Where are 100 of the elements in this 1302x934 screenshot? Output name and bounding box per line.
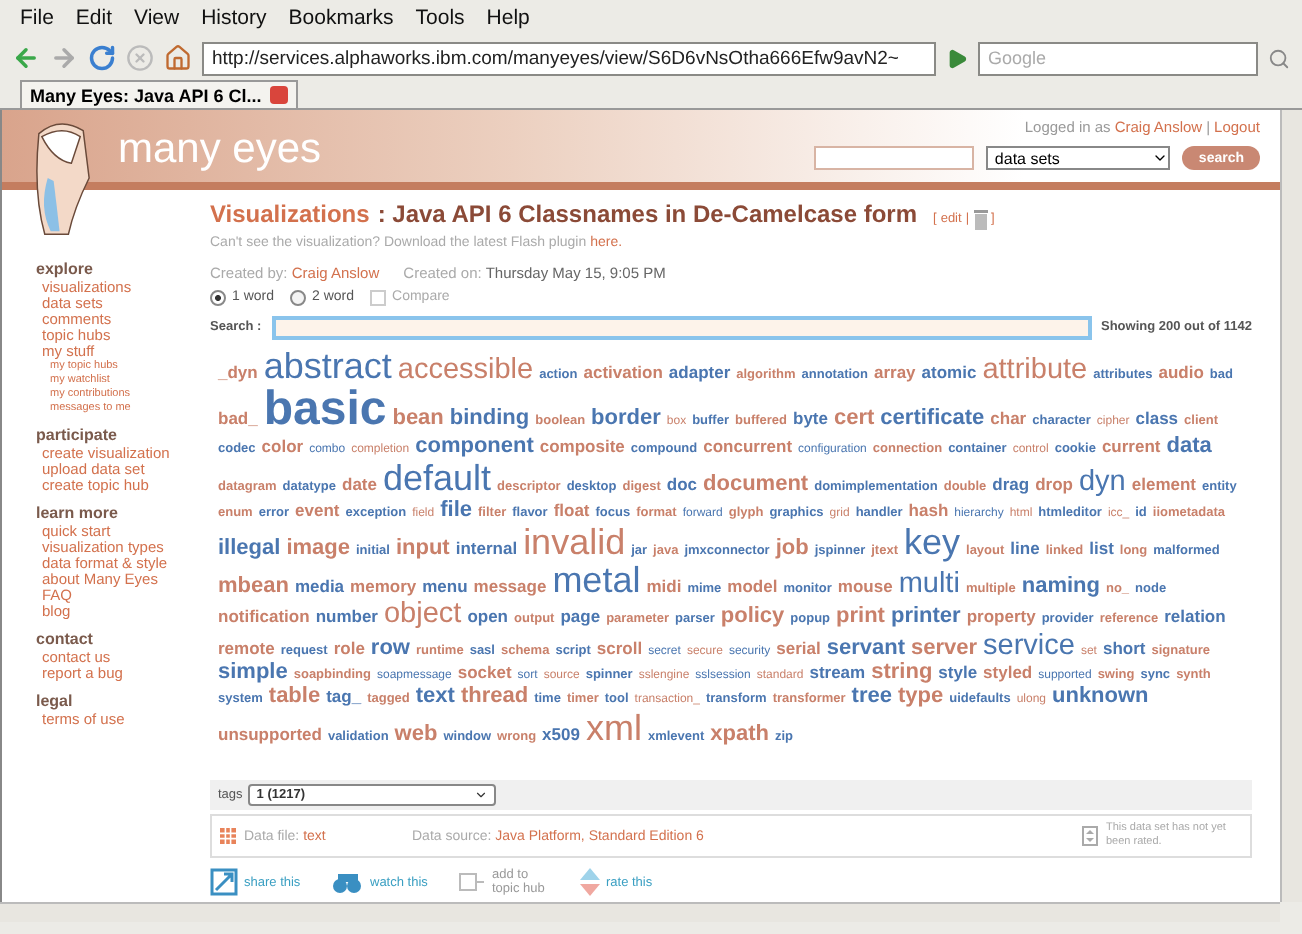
cloud-word[interactable]: tree — [851, 686, 892, 708]
cloud-word[interactable]: char — [990, 410, 1027, 427]
cloud-word[interactable]: drop — [1035, 476, 1073, 493]
cloud-word[interactable]: object — [383, 600, 462, 629]
cloud-word[interactable]: thread — [460, 686, 529, 708]
menu-item[interactable]: File — [20, 6, 54, 30]
cloud-word[interactable]: bean — [392, 408, 444, 430]
cloud-word[interactable]: adapter — [668, 363, 731, 380]
cloud-word[interactable]: _dyn — [218, 363, 258, 380]
cloud-word[interactable]: simple — [218, 662, 288, 684]
cloud-word[interactable]: event — [295, 501, 340, 518]
cloud-word[interactable]: mouse — [837, 577, 893, 594]
cloud-word[interactable]: internal — [455, 539, 518, 556]
cloud-word[interactable]: x509 — [542, 726, 580, 743]
cloud-word[interactable]: data — [1166, 436, 1212, 458]
cloud-word[interactable]: notification — [218, 608, 310, 625]
cloud-word[interactable]: composite — [539, 438, 625, 455]
cloud-word[interactable]: print — [836, 606, 885, 628]
cloud-word[interactable]: midi — [646, 577, 682, 594]
browser-tab[interactable]: Many Eyes: Java API 6 Cl... — [20, 80, 298, 108]
cloud-word[interactable]: row — [370, 637, 410, 659]
cloud-word[interactable]: unknown — [1052, 686, 1149, 708]
cloud-word[interactable]: multi — [898, 569, 960, 598]
cloud-word[interactable]: doc — [666, 476, 698, 493]
cloud-word[interactable]: job — [775, 537, 809, 559]
cloud-word[interactable]: abstract — [263, 347, 392, 383]
cloud-word[interactable]: document — [703, 474, 809, 496]
cloud-word[interactable]: class — [1135, 410, 1179, 427]
cloud-word[interactable]: array — [873, 363, 916, 380]
home-icon[interactable] — [164, 44, 192, 72]
cloud-word[interactable]: attribute — [982, 355, 1088, 384]
go-icon[interactable] — [946, 47, 968, 69]
cloud-word[interactable]: xpath — [710, 724, 769, 746]
cloud-word[interactable]: stream — [809, 664, 866, 681]
cloud-word[interactable]: scroll — [596, 639, 643, 656]
cloud-word[interactable]: type — [897, 686, 944, 708]
cloud-word[interactable]: component — [415, 436, 534, 458]
radio-button[interactable] — [290, 289, 307, 305]
cloud-word[interactable]: servant — [826, 637, 905, 659]
cloud-word[interactable]: accessible — [397, 355, 534, 384]
cloud-word[interactable]: property — [966, 608, 1036, 625]
cloud-word[interactable]: page — [560, 608, 601, 625]
cloud-word[interactable]: file — [440, 499, 473, 521]
cloud-word[interactable]: table — [268, 686, 321, 708]
cloud-word[interactable]: short — [1102, 639, 1146, 656]
cloud-word[interactable]: color — [261, 438, 304, 455]
address-field[interactable]: http://services.alphaworks.ibm.com/manyeyes/view/S6D6vNsOtha666Efw9avN2~ — [202, 41, 936, 75]
cloud-word[interactable]: hash — [908, 501, 949, 518]
cloud-word[interactable]: current — [1101, 438, 1161, 455]
cloud-word[interactable]: role — [333, 639, 365, 656]
search-field[interactable]: Google — [978, 41, 1258, 75]
menu-item[interactable]: History — [201, 6, 267, 30]
cloud-word[interactable]: printer — [890, 606, 961, 628]
cloud-word[interactable]: element — [1131, 476, 1196, 493]
cloud-word[interactable]: web — [394, 724, 438, 746]
cloud-word[interactable]: open — [467, 608, 508, 625]
cloud-word[interactable]: activation — [583, 363, 663, 380]
cloud-word[interactable]: metal — [552, 561, 641, 597]
cloud-word[interactable]: concurrent — [703, 438, 793, 455]
cloud-word[interactable]: tag_ — [326, 688, 362, 705]
search-icon[interactable] — [1268, 47, 1290, 69]
scope-select[interactable]: data sets — [986, 146, 1171, 170]
cloud-word[interactable]: remote — [218, 639, 275, 656]
cloud-word[interactable]: atomic — [921, 363, 977, 380]
trash-icon[interactable] — [973, 209, 988, 229]
cloud-word[interactable]: dyn — [1078, 468, 1126, 497]
menu-item[interactable]: Bookmarks — [288, 6, 394, 30]
cloud-word[interactable]: date — [342, 476, 377, 493]
cloud-word[interactable]: basic — [263, 386, 387, 434]
back-icon[interactable] — [12, 44, 40, 72]
cloud-word[interactable]: policy — [720, 606, 785, 628]
cloud-word[interactable]: style — [938, 664, 978, 681]
menu-item[interactable]: Edit — [75, 6, 113, 30]
section-link[interactable]: Visualizations — [210, 200, 370, 228]
radio-button[interactable] — [210, 289, 226, 305]
menu-item[interactable]: Tools — [415, 6, 465, 30]
cloud-word[interactable]: media — [294, 577, 345, 594]
cloud-word[interactable]: border — [591, 408, 661, 430]
cloud-word[interactable]: binding — [449, 408, 530, 430]
cloud-word[interactable]: line — [1010, 539, 1040, 556]
cloud-word[interactable]: xml — [585, 710, 642, 746]
cloud-word[interactable]: invalid — [523, 523, 626, 559]
cloud-word[interactable]: drag — [992, 476, 1030, 493]
cloud-word[interactable]: default — [382, 460, 492, 496]
cloud-word[interactable]: message — [473, 577, 547, 594]
cloud-word[interactable]: bad_ — [218, 410, 258, 427]
cloud-word[interactable]: naming — [1021, 575, 1100, 597]
cloud-word[interactable]: input — [395, 537, 450, 559]
cloud-word[interactable]: mbean — [218, 575, 289, 597]
cloud-word[interactable]: serial — [776, 639, 821, 656]
cloud-word[interactable]: illegal — [218, 537, 281, 559]
search-field[interactable] — [271, 315, 1091, 339]
cloud-word[interactable]: number — [315, 608, 378, 625]
stop-icon[interactable] — [126, 44, 154, 72]
cloud-word[interactable]: unsupported — [218, 726, 322, 743]
cloud-word[interactable]: service — [983, 631, 1075, 660]
cloud-word[interactable]: byte — [793, 410, 828, 427]
cloud-word[interactable]: model — [727, 577, 778, 594]
cloud-word[interactable]: string — [871, 662, 933, 684]
cloud-word[interactable]: menu — [422, 577, 468, 594]
